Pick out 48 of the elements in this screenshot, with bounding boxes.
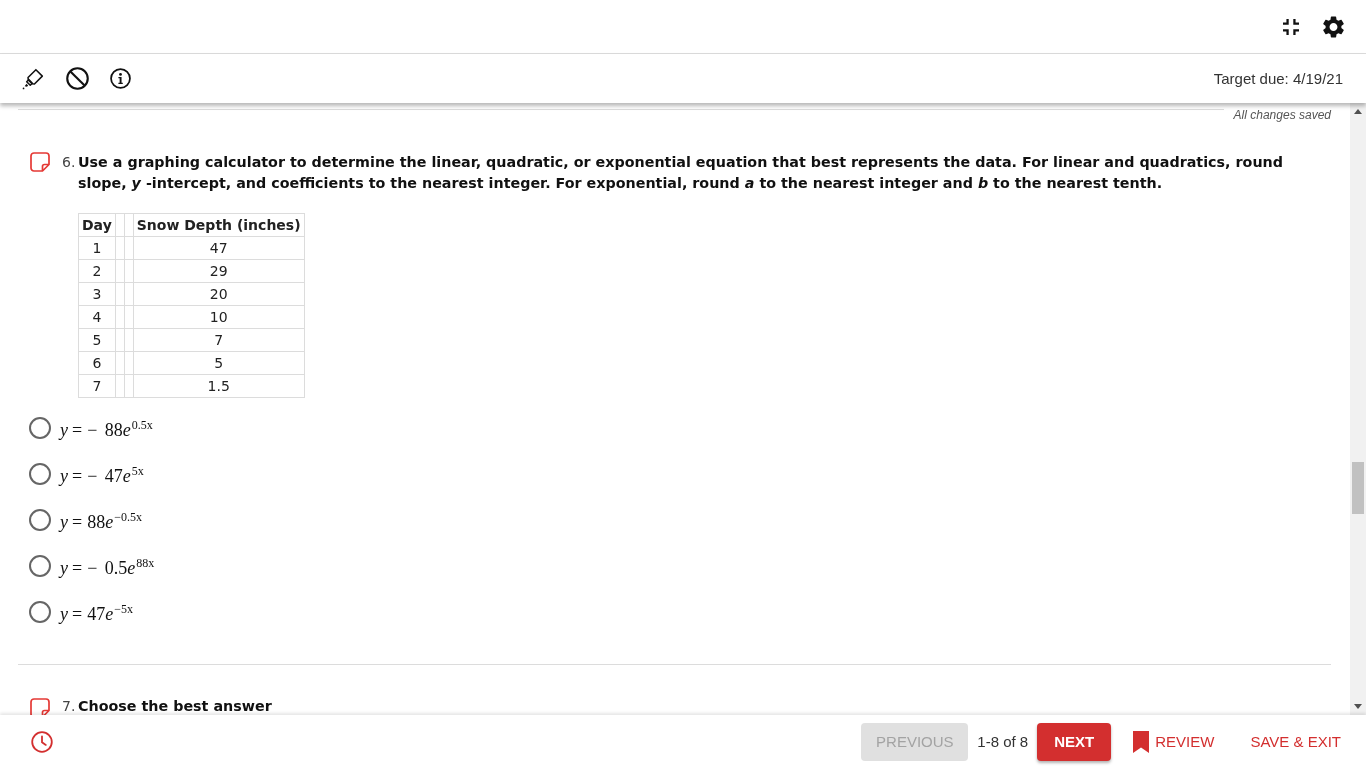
table-header: Snow Depth (inches) — [133, 213, 305, 237]
table-cell: 3 — [78, 282, 116, 306]
table-cell: 47 — [133, 236, 305, 260]
table-cell: 4 — [78, 305, 116, 329]
table-cell: 1 — [78, 236, 116, 260]
table-cell: 29 — [133, 259, 305, 283]
scroll-down-arrow-icon[interactable] — [1354, 704, 1362, 709]
exit-fullscreen-icon[interactable] — [1283, 18, 1299, 35]
review-button[interactable]: REVIEW — [1133, 730, 1215, 753]
settings-icon[interactable] — [1323, 15, 1344, 38]
table-cell: 5 — [78, 328, 116, 352]
scrollbar-thumb[interactable] — [1352, 462, 1364, 514]
save-and-exit-button[interactable]: SAVE & EXIT — [1250, 733, 1341, 750]
table-cell: 6 — [78, 351, 116, 375]
sticky-note-icon[interactable] — [30, 152, 50, 172]
table-cell: 7 — [133, 328, 305, 352]
target-due-date: Target due: 4/19/21 — [1213, 70, 1343, 87]
table-cell: 10 — [133, 305, 305, 329]
table-cell: 1.5 — [133, 374, 305, 398]
next-button[interactable]: NEXT — [1037, 722, 1112, 761]
table-cell: 20 — [133, 282, 305, 306]
clock-icon[interactable] — [31, 730, 53, 753]
answer-option[interactable]: y = 88e$^{−0.5x}$ — [60, 507, 142, 533]
bookmark-icon — [1133, 730, 1150, 753]
scrollbar[interactable] — [1350, 103, 1366, 715]
answer-option[interactable]: y = − 0.5e$^{88x}$ — [60, 553, 155, 579]
sticky-note-icon[interactable] — [30, 698, 50, 715]
scroll-up-arrow-icon[interactable] — [1354, 109, 1362, 114]
answer-option[interactable]: y = 47e$^{−5x}$ — [60, 599, 133, 625]
table-cell: 7 — [78, 374, 116, 398]
question-position: 1-8 of 8 — [977, 733, 1029, 750]
radio-button[interactable] — [29, 417, 51, 439]
save-status: All changes saved — [1233, 108, 1331, 122]
answer-option[interactable]: y = − 47e$^{5x}$ — [60, 461, 144, 487]
question-number: 7. — [62, 698, 77, 715]
info-icon[interactable] — [110, 68, 131, 89]
radio-button[interactable] — [29, 463, 51, 485]
answer-option[interactable]: y = − 88e$^{0.5x}$ — [60, 415, 153, 441]
table-cell: 2 — [78, 259, 116, 283]
radio-button[interactable] — [29, 601, 51, 623]
highlighter-icon[interactable] — [22, 67, 45, 90]
question-prompt: Choose the best answer — [78, 698, 273, 715]
radio-button[interactable] — [29, 555, 51, 577]
table-cell: 5 — [133, 351, 305, 375]
radio-button[interactable] — [29, 509, 51, 531]
table-header: Day — [78, 213, 116, 237]
question-number: 6. — [62, 153, 77, 172]
no-entry-icon[interactable] — [66, 67, 89, 90]
